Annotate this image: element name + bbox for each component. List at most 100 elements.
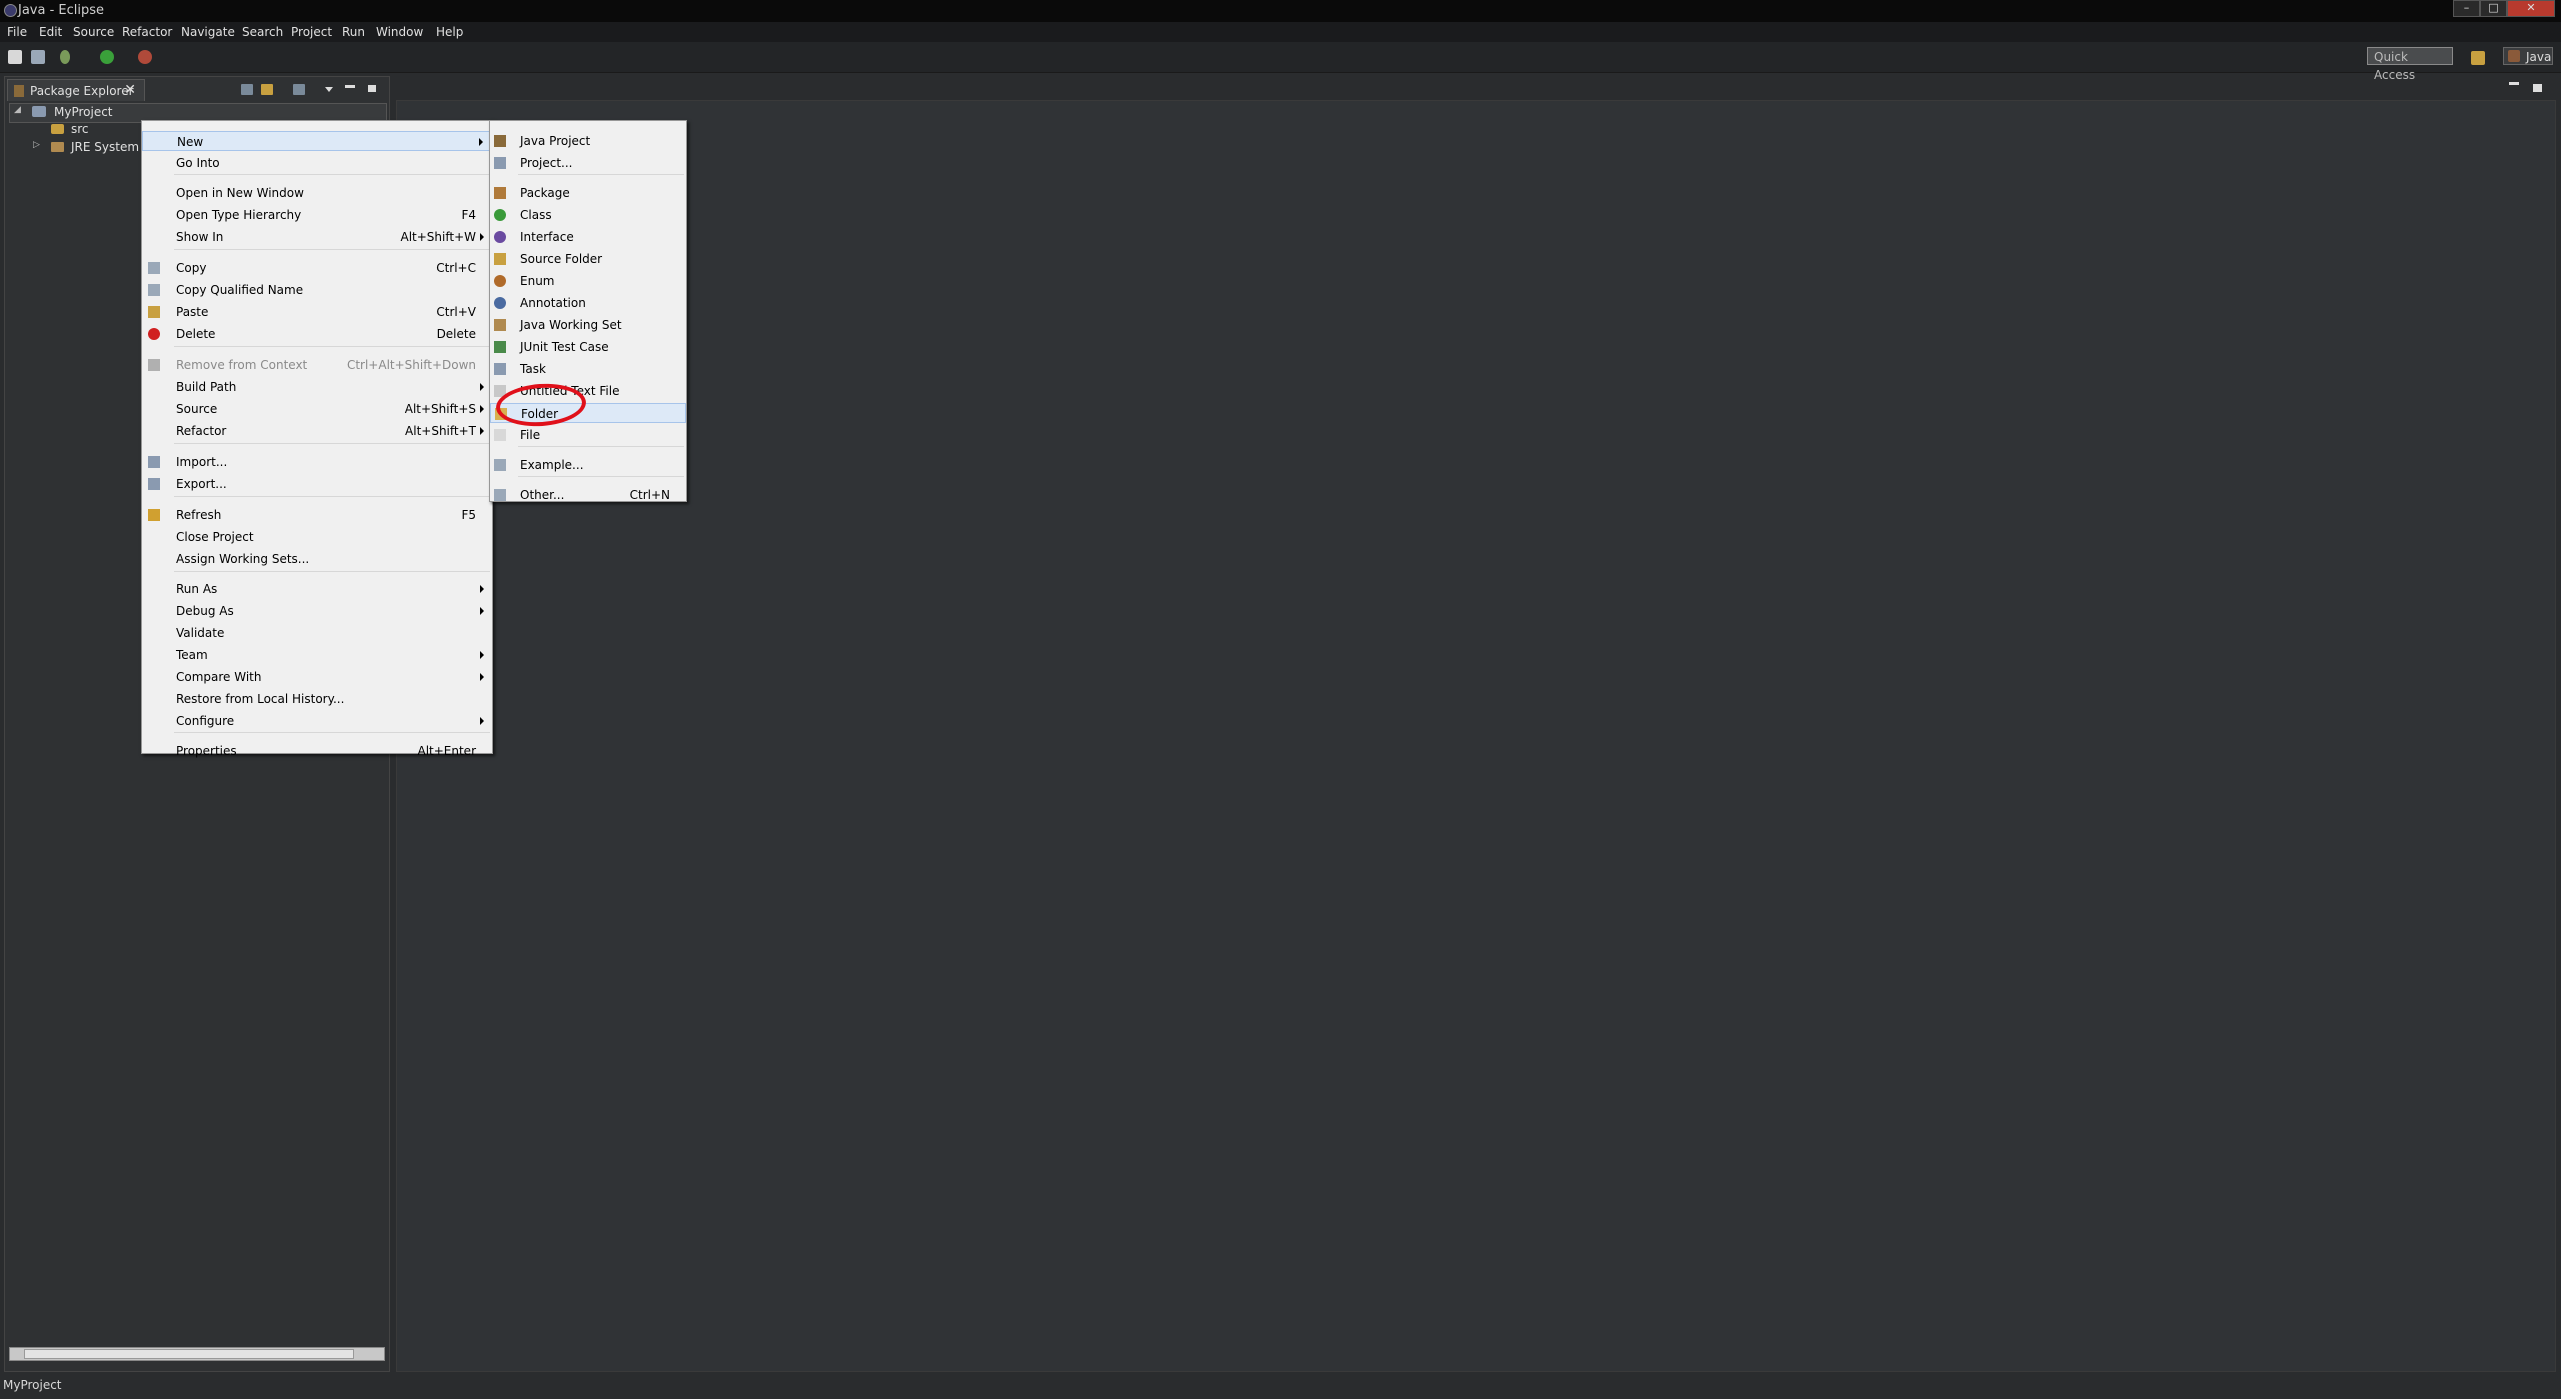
close-button[interactable]: ✕ xyxy=(2507,0,2555,17)
java-perspective-button[interactable]: Java xyxy=(2503,47,2553,65)
menu-help[interactable]: Help xyxy=(436,25,463,39)
menu-item-close-project[interactable]: Close Project xyxy=(142,527,492,547)
menu-item-refactor[interactable]: Refactor Alt+Shift+T xyxy=(142,421,492,441)
menu-item-configure[interactable]: Configure xyxy=(142,711,492,731)
quick-access-input[interactable]: Quick Access xyxy=(2367,47,2453,82)
maximize-button[interactable]: □ xyxy=(2480,0,2507,17)
menu-item-label: Java Working Set xyxy=(520,318,622,332)
menu-item-open-in-new-window[interactable]: Open in New Window xyxy=(142,183,492,203)
link-with-editor-icon[interactable] xyxy=(261,84,273,95)
menu-separator xyxy=(174,732,490,733)
open-perspective-icon[interactable] xyxy=(2471,51,2485,65)
menu-search[interactable]: Search xyxy=(242,25,283,39)
context-menu: New Go Into Open in New Window Open Type Hi… xyxy=(141,120,493,758)
save-all-icon[interactable] xyxy=(31,50,45,64)
menu-item-remove-from-context: Remove from Context Ctrl+Alt+Shift+Down xyxy=(142,355,492,375)
menu-run[interactable]: Run xyxy=(342,25,365,39)
new-item-task[interactable]: Task xyxy=(490,359,686,379)
menu-item-go-into[interactable]: Go Into xyxy=(142,153,492,173)
menu-item-label: Run As xyxy=(176,582,218,596)
menu-window[interactable]: Window xyxy=(376,25,423,39)
submenu-arrow-icon xyxy=(480,651,484,659)
menu-item-import[interactable]: Import... xyxy=(142,452,492,472)
menu-item-debug-as[interactable]: Debug As xyxy=(142,601,492,621)
menu-item-compare-with[interactable]: Compare With xyxy=(142,667,492,687)
menu-item-label: Go Into xyxy=(176,156,220,170)
scrollbar-thumb[interactable] xyxy=(24,1349,354,1359)
new-submenu: Java Project Project... Package Class Interf… xyxy=(489,120,687,502)
new-item-annotation[interactable]: Annotation xyxy=(490,293,686,313)
filter-icon[interactable] xyxy=(293,84,305,95)
view-menu-icon[interactable] xyxy=(325,87,333,92)
menu-file[interactable]: File xyxy=(7,25,27,39)
source-folder-icon xyxy=(51,124,64,134)
new-item-junit-test-case[interactable]: JUnit Test Case xyxy=(490,337,686,357)
annotation-icon xyxy=(494,297,506,309)
menu-navigate[interactable]: Navigate xyxy=(181,25,235,39)
maximize-view-icon[interactable] xyxy=(368,85,376,92)
expand-icon[interactable]: ◢ xyxy=(14,105,21,115)
menu-project[interactable]: Project xyxy=(291,25,332,39)
paste-icon xyxy=(148,306,160,318)
new-item-project[interactable]: Project... xyxy=(490,153,686,173)
menu-item-run-as[interactable]: Run As xyxy=(142,579,492,599)
menu-item-show-in[interactable]: Show In Alt+Shift+W xyxy=(142,227,492,247)
menu-item-open-type-hierarchy[interactable]: Open Type Hierarchy F4 xyxy=(142,205,492,225)
new-item-other[interactable]: Other... Ctrl+N xyxy=(490,485,686,505)
menu-separator xyxy=(518,174,684,175)
new-item-class[interactable]: Class xyxy=(490,205,686,225)
menu-item-new[interactable]: New xyxy=(142,131,492,151)
menu-source[interactable]: Source xyxy=(73,25,114,39)
menu-item-label: Source xyxy=(176,402,218,416)
menu-separator xyxy=(174,571,490,572)
submenu-arrow-icon xyxy=(480,673,484,681)
menu-item-delete[interactable]: Delete Delete xyxy=(142,324,492,344)
project-icon xyxy=(494,157,506,169)
delete-icon xyxy=(148,328,160,340)
tab-package-explorer[interactable]: Package Explorer ✕ xyxy=(7,79,145,101)
debug-icon[interactable] xyxy=(60,50,70,64)
menu-item-label: Show In xyxy=(176,230,224,244)
menu-item-export[interactable]: Export... xyxy=(142,474,492,494)
close-icon[interactable]: ✕ xyxy=(124,82,136,98)
menu-item-validate[interactable]: Validate xyxy=(142,623,492,643)
menu-item-properties[interactable]: Properties Alt+Enter xyxy=(142,741,492,761)
new-item-example[interactable]: Example... xyxy=(490,455,686,475)
menu-item-copy-qualified-name[interactable]: Copy Qualified Name xyxy=(142,280,492,300)
submenu-arrow-icon xyxy=(480,427,484,435)
menu-item-restore-from-local-history[interactable]: Restore from Local History... xyxy=(142,689,492,709)
submenu-arrow-icon xyxy=(480,233,484,241)
new-item-java-working-set[interactable]: Java Working Set xyxy=(490,315,686,335)
menu-item-assign-working-sets[interactable]: Assign Working Sets... xyxy=(142,549,492,569)
status-text: MyProject xyxy=(3,1378,62,1392)
new-item-source-folder[interactable]: Source Folder xyxy=(490,249,686,269)
new-item-interface[interactable]: Interface xyxy=(490,227,686,247)
menu-item-copy[interactable]: Copy Ctrl+C xyxy=(142,258,492,278)
menu-item-build-path[interactable]: Build Path xyxy=(142,377,492,397)
new-item-enum[interactable]: Enum xyxy=(490,271,686,291)
menu-item-label: Team xyxy=(176,648,208,662)
menu-item-refresh[interactable]: Refresh F5 xyxy=(142,505,492,525)
menu-item-label: Import... xyxy=(176,455,228,469)
new-item-java-project[interactable]: Java Project xyxy=(490,131,686,151)
new-item-file[interactable]: File xyxy=(490,425,686,445)
external-tools-icon[interactable] xyxy=(138,50,152,64)
new-icon[interactable] xyxy=(8,50,22,64)
java-project-icon xyxy=(494,135,506,147)
minimize-editor-icon[interactable] xyxy=(2509,82,2519,85)
expand-icon[interactable]: ▷ xyxy=(33,140,40,150)
menu-item-team[interactable]: Team xyxy=(142,645,492,665)
horizontal-scrollbar[interactable] xyxy=(9,1347,385,1361)
run-icon[interactable] xyxy=(100,50,114,64)
collapse-all-icon[interactable] xyxy=(241,84,253,95)
maximize-editor-icon[interactable] xyxy=(2533,84,2542,92)
menu-edit[interactable]: Edit xyxy=(39,25,62,39)
minimize-button[interactable]: – xyxy=(2453,0,2480,17)
minimize-view-icon[interactable] xyxy=(345,85,355,88)
menu-item-source[interactable]: Source Alt+Shift+S xyxy=(142,399,492,419)
new-item-package[interactable]: Package xyxy=(490,183,686,203)
menu-refactor[interactable]: Refactor xyxy=(122,25,172,39)
menu-item-paste[interactable]: Paste Ctrl+V xyxy=(142,302,492,322)
editor-area xyxy=(396,100,2556,1372)
class-icon xyxy=(494,209,506,221)
